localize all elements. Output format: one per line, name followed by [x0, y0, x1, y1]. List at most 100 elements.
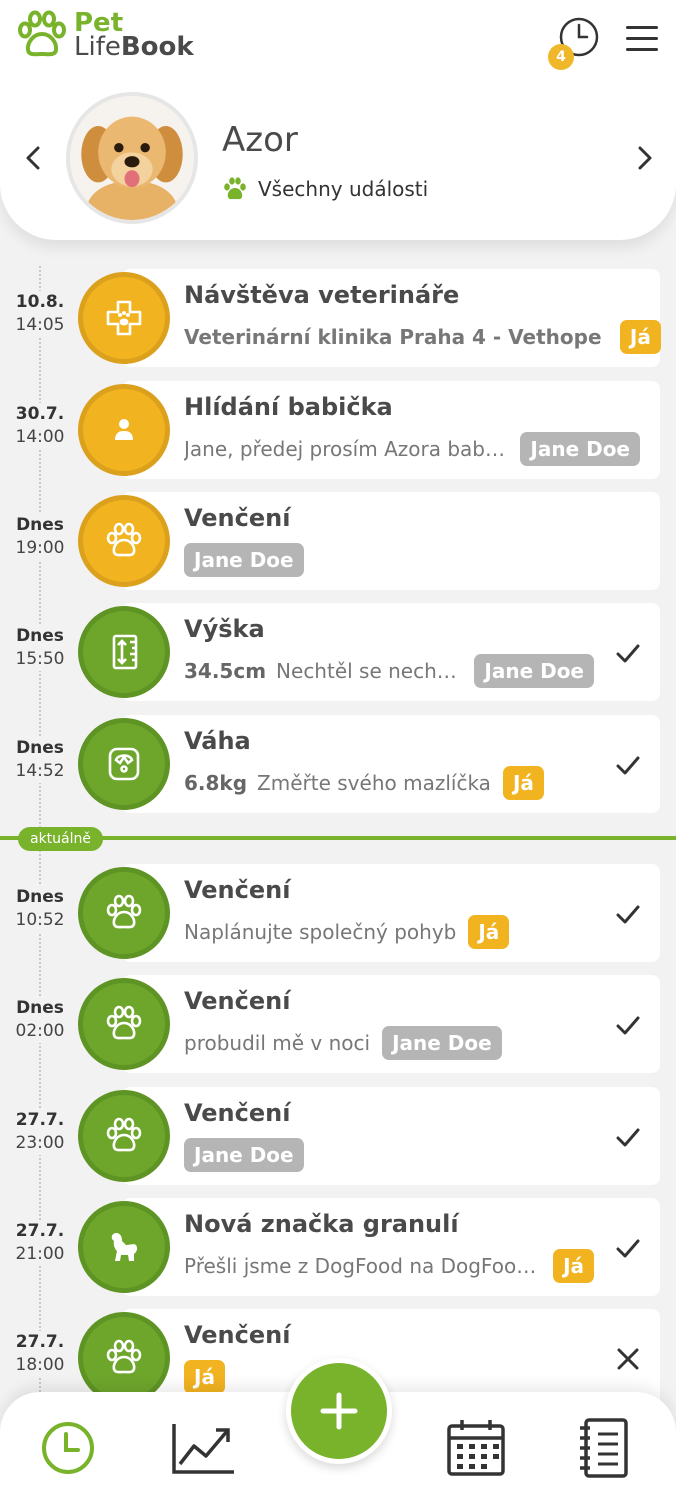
event-time: 14:00 — [15, 427, 65, 447]
event-assignee-tag[interactable]: Jane Doe — [382, 1026, 502, 1060]
event-assignee-tag[interactable]: Jane Doe — [184, 1138, 304, 1172]
event-title: Venčení — [184, 1099, 291, 1127]
event-assignee-tag[interactable]: Jane Doe — [520, 432, 640, 466]
nav-stats-chart-icon[interactable] — [170, 1416, 234, 1480]
event-time: 23:00 — [15, 1133, 65, 1153]
events-filter-label: Všechny události — [258, 177, 429, 201]
event-note: Jane, předej prosím Azora babič... — [184, 437, 509, 461]
person-icon — [78, 384, 170, 476]
nav-timeline-clock-icon[interactable] — [36, 1416, 100, 1480]
paw-logo-icon — [18, 10, 66, 57]
event-date: 10.8. — [15, 292, 65, 312]
event-date: 27.7. — [15, 1332, 65, 1352]
event-date: 27.7. — [15, 1110, 65, 1130]
event-date: 27.7. — [15, 1221, 65, 1241]
hamburger-menu-icon[interactable] — [622, 22, 662, 54]
vet-cross-icon — [78, 272, 170, 364]
done-check-icon[interactable] — [614, 1011, 642, 1039]
event-note: Naplánujte společný pohyb — [184, 920, 457, 944]
timeline-event[interactable]: 27.7. 21:00 Nová značka granulí Přešli jsme… — [0, 1198, 676, 1296]
event-assignee-tag[interactable]: Já — [184, 1360, 225, 1394]
event-note: Přešli jsme z DogFood na DogFood+ — [184, 1254, 542, 1278]
event-details: Jane Doe — [184, 1137, 304, 1173]
history-button[interactable]: 4 — [548, 16, 600, 70]
event-assignee-tag[interactable]: Já — [553, 1249, 594, 1283]
event-details: Veterinární klinika Praha 4 - Vethope Z.… — [184, 319, 661, 355]
timeline-event[interactable]: Dnes 02:00 Venčení probudil mě v noci Jane D… — [0, 975, 676, 1073]
event-value: 6.8kg — [184, 771, 248, 795]
next-pet-chevron-right-icon[interactable] — [630, 144, 658, 172]
done-check-icon[interactable] — [614, 751, 642, 779]
timeline-event[interactable]: Dnes 10:52 Venčení Naplánujte společný pohy… — [0, 864, 676, 962]
event-date: Dnes — [16, 738, 64, 758]
timeline-event[interactable]: 10.8. 14:05 Návštěva veterináře Veterinární… — [0, 269, 676, 367]
event-note: Změřte svého mazlíčka — [257, 771, 491, 795]
event-date: 30.7. — [15, 404, 65, 424]
history-count-badge: 4 — [548, 44, 574, 70]
event-value: 34.5cm — [184, 659, 267, 683]
top-bar: Pet LifeBook 4 — [0, 0, 676, 76]
events-filter[interactable]: Všechny události — [222, 176, 428, 202]
event-note: probudil mě v noci — [184, 1031, 371, 1055]
done-check-icon[interactable] — [614, 1123, 642, 1151]
height-ruler-icon — [78, 606, 170, 698]
event-assignee-tag[interactable]: Jane Doe — [474, 654, 594, 688]
paw-icon — [78, 1090, 170, 1182]
dog-icon — [78, 1201, 170, 1293]
event-datetime: Dnes 10:52 — [0, 886, 80, 932]
event-details: Naplánujte společný pohyb Já — [184, 914, 510, 950]
event-datetime: 10.8. 14:05 — [0, 291, 80, 337]
timeline-event[interactable]: Dnes 15:50 Výška 34.5cm Nechtěl se nechat ..… — [0, 603, 676, 701]
event-assignee-tag[interactable]: Já — [502, 766, 544, 800]
pet-avatar[interactable] — [66, 92, 198, 224]
app-logo[interactable]: Pet LifeBook — [16, 10, 194, 60]
previous-pet-chevron-left-icon[interactable] — [20, 144, 48, 172]
event-title: Hlídání babička — [184, 393, 393, 421]
event-details: probudil mě v noci Jane Doe — [184, 1025, 502, 1061]
done-check-icon[interactable] — [614, 900, 642, 928]
event-title: Výška — [184, 615, 265, 643]
event-time: 15:50 — [15, 649, 65, 669]
timeline-event[interactable]: Dnes 14:52 Váha 6.8kg Změřte svého mazlíčka J… — [0, 715, 676, 813]
event-title: Venčení — [184, 987, 291, 1015]
event-time: 14:52 — [15, 761, 65, 781]
timeline-event[interactable]: 30.7. 14:00 Hlídání babička Jane, předej pr… — [0, 381, 676, 479]
current-time-label: aktuálně — [18, 827, 104, 851]
event-details: 34.5cm Nechtěl se nechat ... Jane Doe — [184, 653, 594, 689]
nav-calendar-icon[interactable] — [444, 1416, 508, 1480]
event-assignee-tag[interactable]: Jane Doe — [184, 543, 304, 577]
add-event-button[interactable] — [286, 1358, 392, 1464]
scale-icon — [78, 718, 170, 810]
event-time: 19:00 — [15, 538, 65, 558]
add-icon — [320, 1392, 358, 1430]
paw-icon — [78, 495, 170, 587]
event-time: 14:05 — [15, 315, 65, 335]
paw-icon — [224, 177, 246, 200]
event-details: Jane, předej prosím Azora babič... Jane D… — [184, 431, 640, 467]
paw-icon — [78, 1312, 170, 1404]
event-date: Dnes — [16, 515, 64, 535]
pet-header-card: Azor Všechny události — [0, 76, 676, 240]
logo-lifebook-text: LifeBook — [74, 32, 194, 62]
event-assignee-tag[interactable]: Já — [468, 915, 510, 949]
done-check-icon[interactable] — [614, 639, 642, 667]
event-date: Dnes — [16, 626, 64, 646]
event-date: Dnes — [16, 887, 64, 907]
event-datetime: 27.7. 18:00 — [0, 1331, 80, 1377]
event-time: 10:52 — [15, 910, 65, 930]
event-title: Venčení — [184, 876, 291, 904]
event-place: Veterinární klinika Praha 4 - Vethope — [184, 325, 602, 349]
timeline-event[interactable]: Dnes 19:00 Venčení Jane Doe — [0, 492, 676, 590]
done-check-icon[interactable] — [614, 1234, 642, 1262]
event-datetime: 27.7. 21:00 — [0, 1220, 80, 1266]
event-note: Nechtěl se nechat ... — [276, 659, 463, 683]
event-title: Venčení — [184, 1321, 291, 1349]
event-assignee-tag[interactable]: Já — [619, 320, 661, 354]
event-details: Jane Doe — [184, 542, 304, 578]
event-datetime: Dnes 19:00 — [0, 514, 80, 560]
nav-notes-list-icon[interactable] — [574, 1416, 638, 1480]
paw-icon — [78, 867, 170, 959]
timeline-event[interactable]: 27.7. 23:00 Venčení Jane Doe — [0, 1087, 676, 1185]
event-date: Dnes — [16, 998, 64, 1018]
cancelled-x-icon[interactable] — [614, 1345, 642, 1373]
